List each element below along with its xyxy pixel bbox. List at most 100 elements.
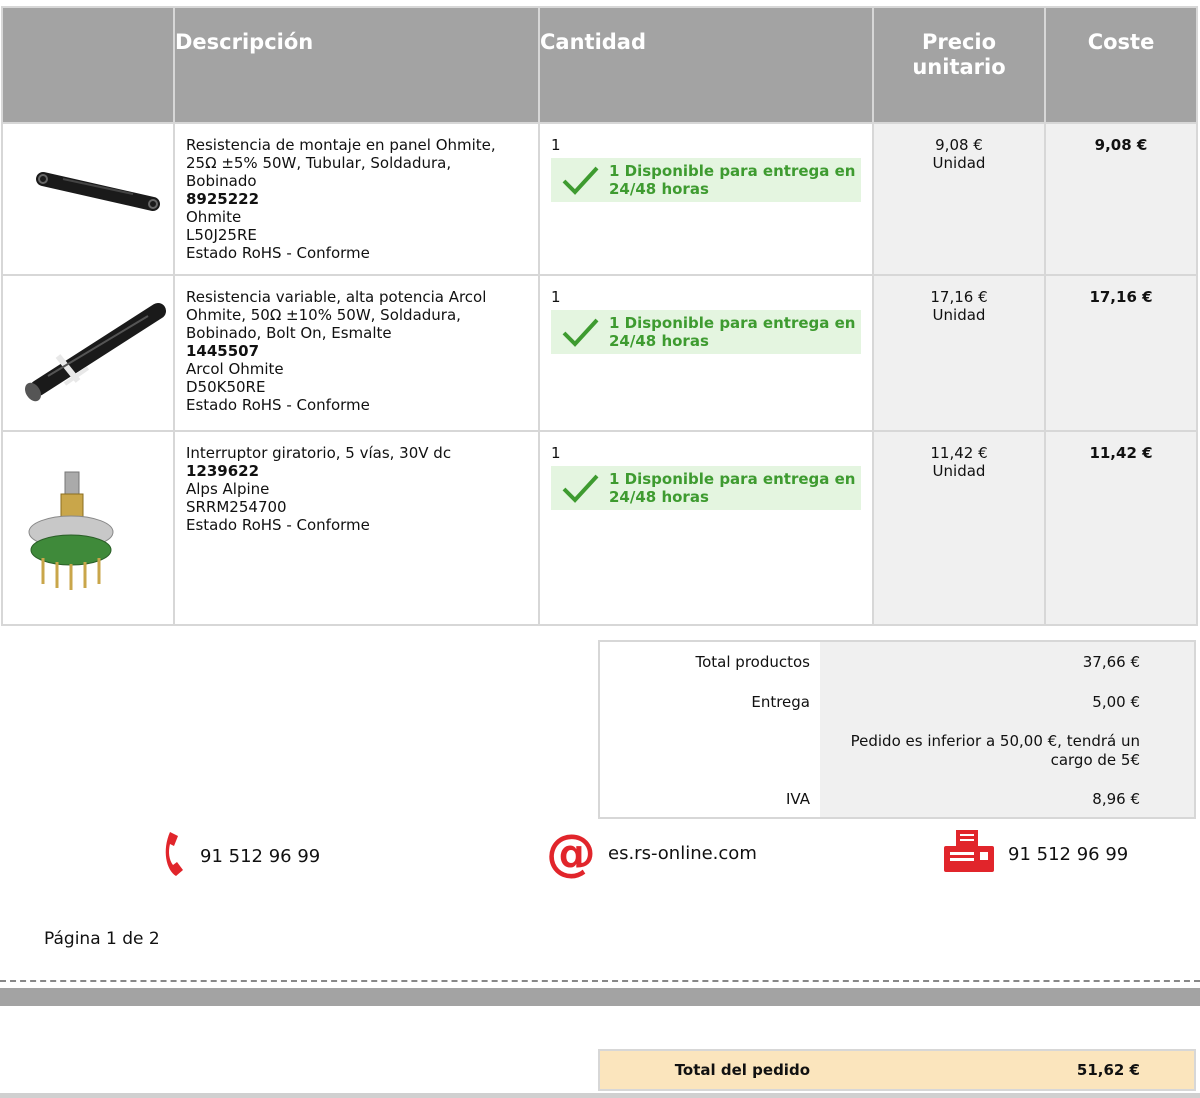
product-image-cell (1, 430, 175, 626)
availability-line2: 24/48 horas (609, 180, 709, 198)
phone-icon (162, 830, 188, 883)
page-separator-bar (0, 988, 1200, 1006)
product-image-cell (1, 274, 175, 432)
description-line: Ohmite, 50Ω ±10% 50W, Soldadura, (186, 306, 461, 324)
phone-number[interactable]: 91 512 96 99 (200, 846, 320, 867)
table-row: Resistencia variable, alta potencia Arco… (1, 274, 1198, 432)
unit-price-cell: 11,42 € Unidad (872, 430, 1046, 626)
fax-icon (944, 830, 994, 879)
website-link[interactable]: es.rs-online.com (608, 843, 757, 864)
cost-cell: 11,42 € (1044, 430, 1198, 626)
line-cost: 17,16 € (1089, 288, 1153, 306)
product-part-number: SRRM254700 (186, 498, 287, 516)
availability-text: 1 Disponible para entrega en 24/48 horas (609, 470, 859, 506)
availability-line1: 1 Disponible para entrega en (609, 162, 856, 180)
rohs-status: Estado RoHS - Conforme (186, 396, 370, 414)
quantity-cell: 1 1 Disponible para entrega en 24/48 hor… (538, 122, 874, 276)
rotary-switch-image (28, 471, 114, 590)
unit-price-cell: 9,08 € Unidad (872, 122, 1046, 276)
quantity-value: 1 (551, 136, 561, 154)
product-part-number: D50K50RE (186, 378, 266, 396)
order-total-value: 51,62 € (1076, 1061, 1140, 1079)
product-brand: Alps Alpine (186, 480, 270, 498)
quantity-cell: 1 1 Disponible para entrega en 24/48 hor… (538, 430, 874, 626)
product-brand: Ohmite (186, 208, 242, 226)
rohs-status: Estado RoHS - Conforme (186, 244, 370, 262)
unit-price: 9,08 € (935, 136, 983, 154)
vat-value: 8,96 € (1092, 790, 1140, 808)
page-number: Página 1 de 2 (44, 929, 160, 949)
bottom-edge-strip (0, 1093, 1200, 1098)
unit-price: 17,16 € (930, 288, 988, 306)
order-total-label: Total del pedido (674, 1061, 810, 1079)
checkmark-icon (551, 316, 609, 348)
product-description: Resistencia de montaje en panel Ohmite, … (173, 122, 540, 276)
delivery-label: Entrega (751, 693, 810, 711)
product-code: 1445507 (186, 342, 260, 360)
header-unit-price: Precio unitario (872, 6, 1046, 124)
rheostat-resistor-image (24, 303, 166, 402)
header-unit-price-line1: Precio (921, 30, 997, 54)
unit-label: Unidad (932, 306, 986, 324)
cost-cell: 17,16 € (1044, 274, 1198, 432)
fax-number[interactable]: 91 512 96 99 (1008, 844, 1128, 865)
unit-label: Unidad (932, 154, 986, 172)
rohs-status: Estado RoHS - Conforme (186, 516, 370, 534)
totals-box: Total productos 37,66 € Entrega 5,00 € P… (598, 640, 1196, 819)
product-description: Resistencia variable, alta potencia Arco… (173, 274, 540, 432)
description-line: 25Ω ±5% 50W, Tubular, Soldadura, (186, 154, 452, 172)
product-part-number: L50J25RE (186, 226, 257, 244)
product-description: Interruptor giratorio, 5 vías, 30V dc 12… (173, 430, 540, 626)
fax-contact: 91 512 96 99 (944, 830, 1128, 879)
phone-contact: 91 512 96 99 (162, 830, 320, 883)
items-table: Descripción Cantidad Precio unitario Cos… (1, 6, 1198, 626)
table-row: Resistencia de montaje en panel Ohmite, … (1, 122, 1198, 276)
total-products-label: Total productos (695, 653, 811, 671)
description-line: Bobinado (186, 172, 257, 190)
delivery-note: Pedido es inferior a 50,00 €, tendrá un … (851, 732, 1140, 770)
description-line: Resistencia de montaje en panel Ohmite, (186, 136, 496, 154)
tubular-resistor-image (36, 172, 160, 211)
availability-box: 1 Disponible para entrega en 24/48 horas (551, 158, 861, 202)
description-line: Interruptor giratorio, 5 vías, 30V dc (186, 444, 452, 462)
quantity-value: 1 (551, 288, 561, 306)
page-break-dashed-line (0, 980, 1200, 982)
availability-line1: 1 Disponible para entrega en (609, 314, 856, 332)
header-description: Descripción (173, 6, 540, 124)
line-cost: 11,42 € (1089, 444, 1153, 462)
checkmark-icon (551, 164, 609, 196)
product-code: 8925222 (186, 190, 260, 208)
unit-price-cell: 17,16 € Unidad (872, 274, 1046, 432)
at-icon: @ (546, 824, 596, 882)
availability-box: 1 Disponible para entrega en 24/48 horas (551, 310, 861, 354)
header-cost: Coste (1044, 6, 1198, 124)
delivery-note-line2: cargo de 5€ (1050, 751, 1140, 769)
description-line: Resistencia variable, alta potencia Arco… (186, 288, 487, 306)
table-header-row: Descripción Cantidad Precio unitario Cos… (1, 6, 1198, 124)
delivery-value: 5,00 € (1092, 693, 1140, 711)
header-image (1, 6, 175, 124)
product-code: 1239622 (186, 462, 260, 480)
header-quantity: Cantidad (538, 6, 874, 124)
availability-line2: 24/48 horas (609, 488, 709, 506)
availability-text: 1 Disponible para entrega en 24/48 horas (609, 314, 859, 350)
header-unit-price-line2: unitario (912, 55, 1006, 79)
availability-line2: 24/48 horas (609, 332, 709, 350)
quantity-value: 1 (551, 444, 561, 462)
unit-price: 11,42 € (930, 444, 988, 462)
product-image-cell (1, 122, 175, 276)
order-total-box: Total del pedido 51,62 € (598, 1049, 1196, 1091)
line-cost: 9,08 € (1094, 136, 1148, 154)
availability-box: 1 Disponible para entrega en 24/48 horas (551, 466, 861, 510)
total-products-value: 37,66 € (1082, 653, 1140, 671)
product-brand: Arcol Ohmite (186, 360, 284, 378)
delivery-note-line1: Pedido es inferior a 50,00 €, tendrá un (850, 732, 1140, 750)
vat-label: IVA (786, 790, 810, 808)
quantity-cell: 1 1 Disponible para entrega en 24/48 hor… (538, 274, 874, 432)
availability-line1: 1 Disponible para entrega en (609, 470, 856, 488)
availability-text: 1 Disponible para entrega en 24/48 horas (609, 162, 859, 198)
table-row: Interruptor giratorio, 5 vías, 30V dc 12… (1, 430, 1198, 626)
cost-cell: 9,08 € (1044, 122, 1198, 276)
description-line: Bobinado, Bolt On, Esmalte (186, 324, 392, 342)
checkmark-icon (551, 472, 609, 504)
